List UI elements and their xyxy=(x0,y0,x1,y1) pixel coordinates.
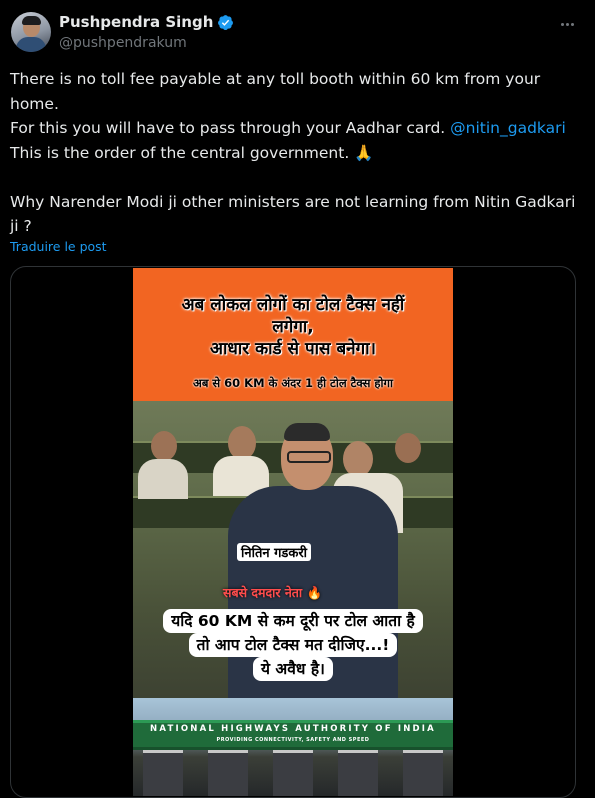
speech-line: यदि 60 KM से कम दूरी पर टोल आता है xyxy=(163,609,423,633)
speech-caption: यदि 60 KM से कम दूरी पर टोल आता है तो आप… xyxy=(135,609,451,681)
tweet-line: Why Narender Modi ji other ministers are… xyxy=(10,192,576,236)
mention-link[interactable]: @nitin_gadkari xyxy=(450,119,566,137)
tweet-line: This is the order of the central governm… xyxy=(10,143,374,162)
banner-line: आधार कार्ड से पास बनेगा। xyxy=(209,339,376,359)
banner-line: अब लोकल लोगों का टोल टैक्स नहीं xyxy=(181,295,405,315)
sign-subtitle: PROVIDING CONNECTIVITY, SAFETY AND SPEED xyxy=(216,737,370,743)
tag-caption: सबसे दमदार नेता 🔥 xyxy=(223,585,323,600)
toll-plaza-image: NATIONAL HIGHWAYS AUTHORITY OF INDIA PRO… xyxy=(133,698,453,796)
tweet-text: There is no toll fee payable at any toll… xyxy=(10,67,580,239)
author-name-row: Pushpendra Singh xyxy=(59,13,234,31)
video-frame[interactable]: अब लोकल लोगों का टोल टैक्स नहीं लगेगा, आ… xyxy=(133,268,453,796)
tweet-line: For this you will have to pass through y… xyxy=(10,116,580,141)
avatar[interactable] xyxy=(11,12,51,52)
verified-badge-icon xyxy=(218,14,234,30)
tweet-line: There is no toll fee payable at any toll… xyxy=(10,70,541,113)
sign-title: NATIONAL HIGHWAYS AUTHORITY OF INDIA xyxy=(150,724,436,734)
speech-line: ये अवैध है। xyxy=(253,657,333,681)
media-container[interactable]: अब लोकल लोगों का टोल टैक्स नहीं लगेगा, आ… xyxy=(10,266,576,798)
headline-banner: अब लोकल लोगों का टोल टैक्स नहीं लगेगा, आ… xyxy=(133,268,453,401)
speech-line: तो आप टोल टैक्स मत दीजिए...! xyxy=(188,633,398,657)
author-display-name[interactable]: Pushpendra Singh xyxy=(59,13,213,31)
more-options-icon[interactable] xyxy=(556,14,578,34)
name-caption: नितिन गडकरी xyxy=(237,543,312,561)
tweet-line-text: For this you will have to pass through y… xyxy=(10,119,451,137)
translate-post-link[interactable]: Traduire le post xyxy=(10,239,107,254)
author-handle[interactable]: @pushpendrakum xyxy=(59,35,187,51)
banner-line: लगेगा, xyxy=(272,317,314,337)
nhai-sign: NATIONAL HIGHWAYS AUTHORITY OF INDIA PRO… xyxy=(133,720,453,750)
banner-subtitle: अब से 60 KM के अंदर 1 ही टोल टैक्स होगा xyxy=(193,376,393,390)
